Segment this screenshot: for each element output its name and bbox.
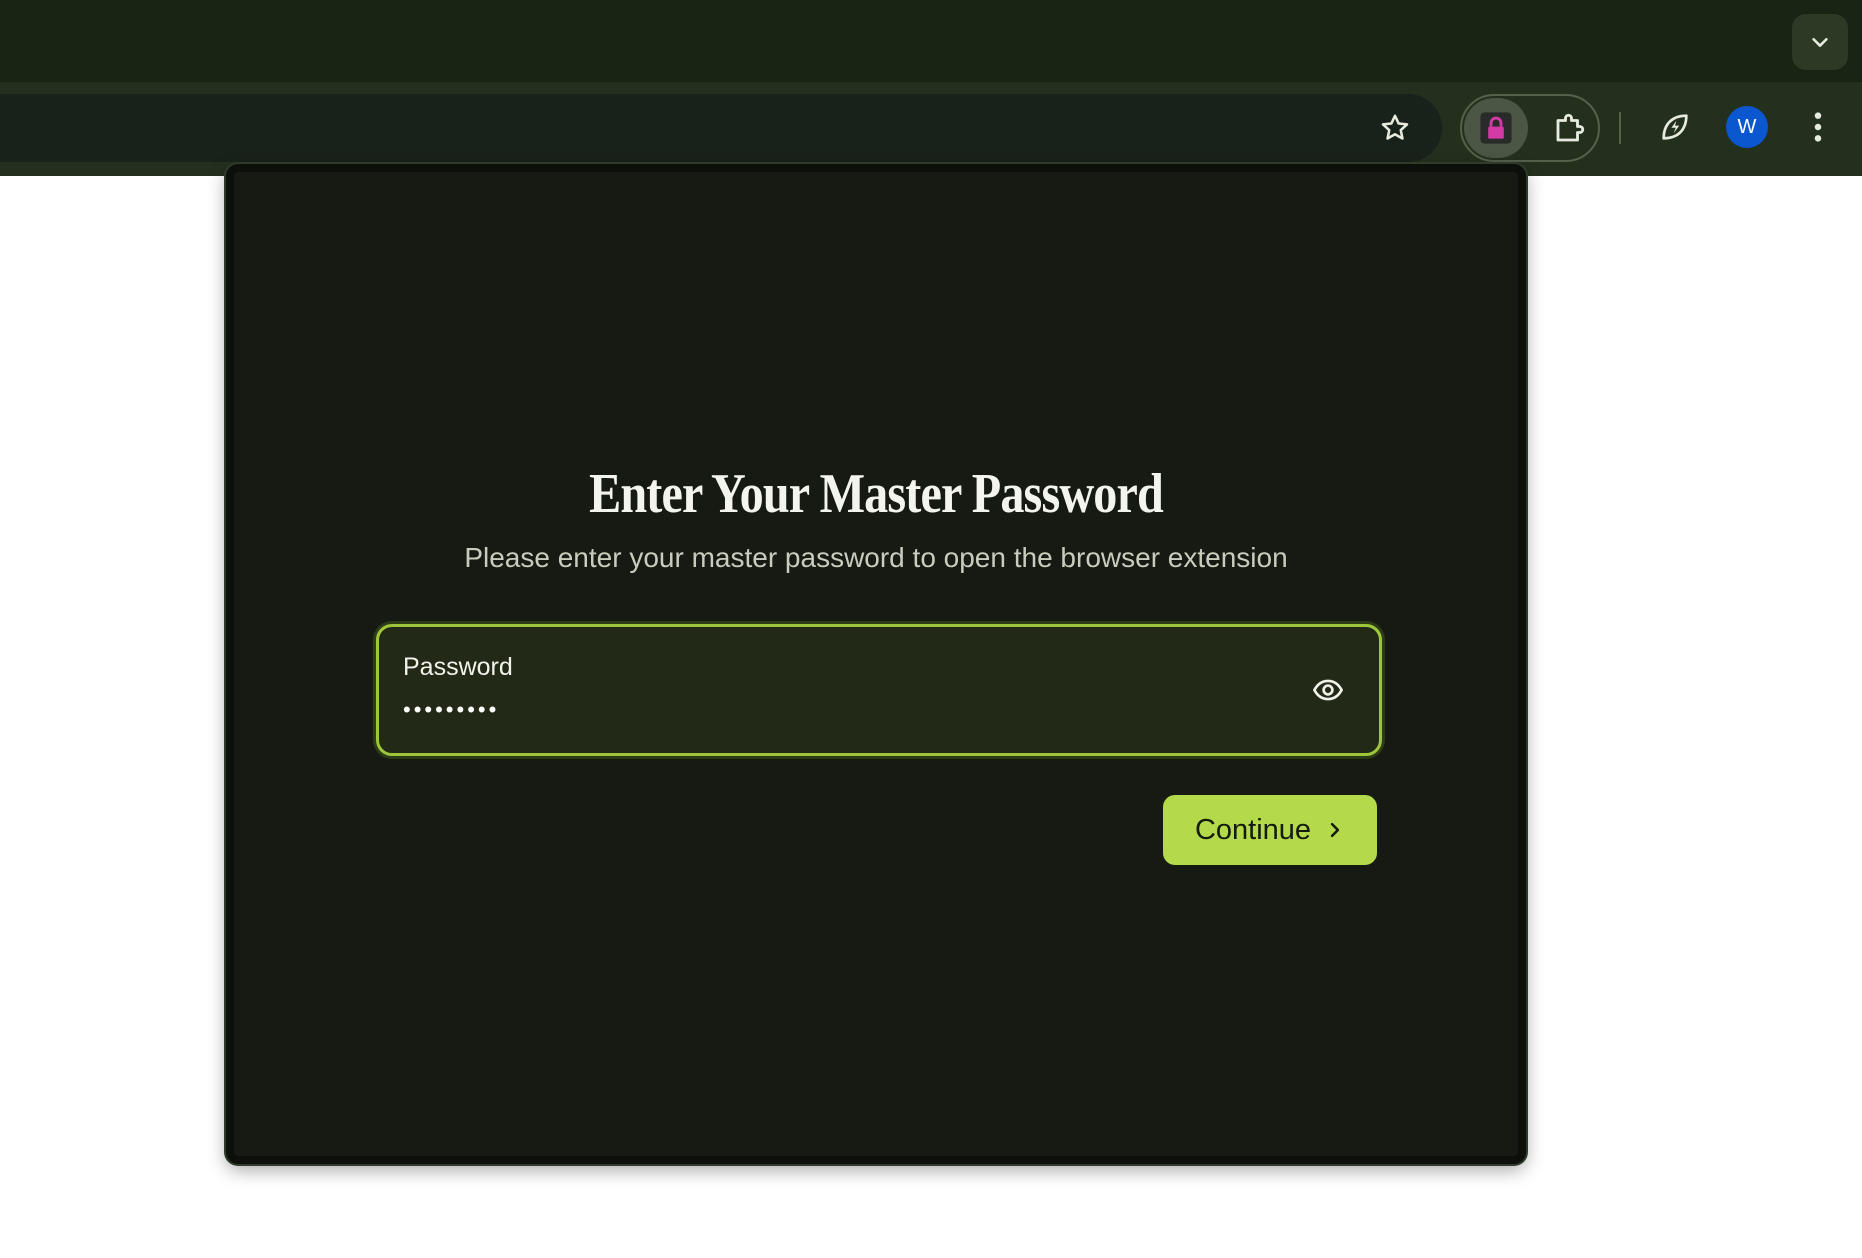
star-icon [1381, 114, 1409, 140]
password-label: Password [403, 653, 513, 681]
avatar-initial: W [1737, 115, 1757, 138]
page-subtitle: Please enter your master password to ope… [464, 542, 1288, 573]
address-bar[interactable] [0, 94, 1442, 162]
toolbar-separator [1619, 112, 1621, 144]
puzzle-icon [1556, 113, 1585, 142]
bookmark-button[interactable] [1370, 106, 1420, 150]
toggle-password-visibility-button[interactable] [1307, 669, 1349, 711]
extensions-button[interactable] [1546, 104, 1594, 152]
password-input[interactable]: ••••••••• [403, 697, 499, 723]
eye-icon [1312, 679, 1344, 701]
extensions-pill [1460, 94, 1600, 162]
chevron-right-icon [1330, 822, 1340, 838]
tab-strip [0, 0, 1862, 82]
extension-popup: Enter Your Master Password Please enter … [226, 164, 1526, 1164]
continue-button-label: Continue [1194, 813, 1312, 846]
password-manager-extension-button[interactable] [1464, 98, 1528, 158]
browser-toolbar: W [0, 82, 1862, 176]
chevron-down-icon [1812, 37, 1828, 47]
continue-button[interactable]: Continue [1163, 795, 1377, 865]
page-title: Enter Your Master Password [589, 463, 1164, 525]
tab-search-button[interactable] [1792, 14, 1848, 70]
password-field[interactable]: Password ••••••••• [376, 624, 1382, 756]
browser-menu-button[interactable] [1800, 102, 1836, 152]
lock-icon [1480, 112, 1512, 144]
leaf-bolt-icon [1662, 114, 1688, 140]
more-vert-icon [1814, 112, 1822, 142]
profile-avatar[interactable]: W [1726, 106, 1768, 148]
performance-button[interactable] [1650, 102, 1700, 152]
